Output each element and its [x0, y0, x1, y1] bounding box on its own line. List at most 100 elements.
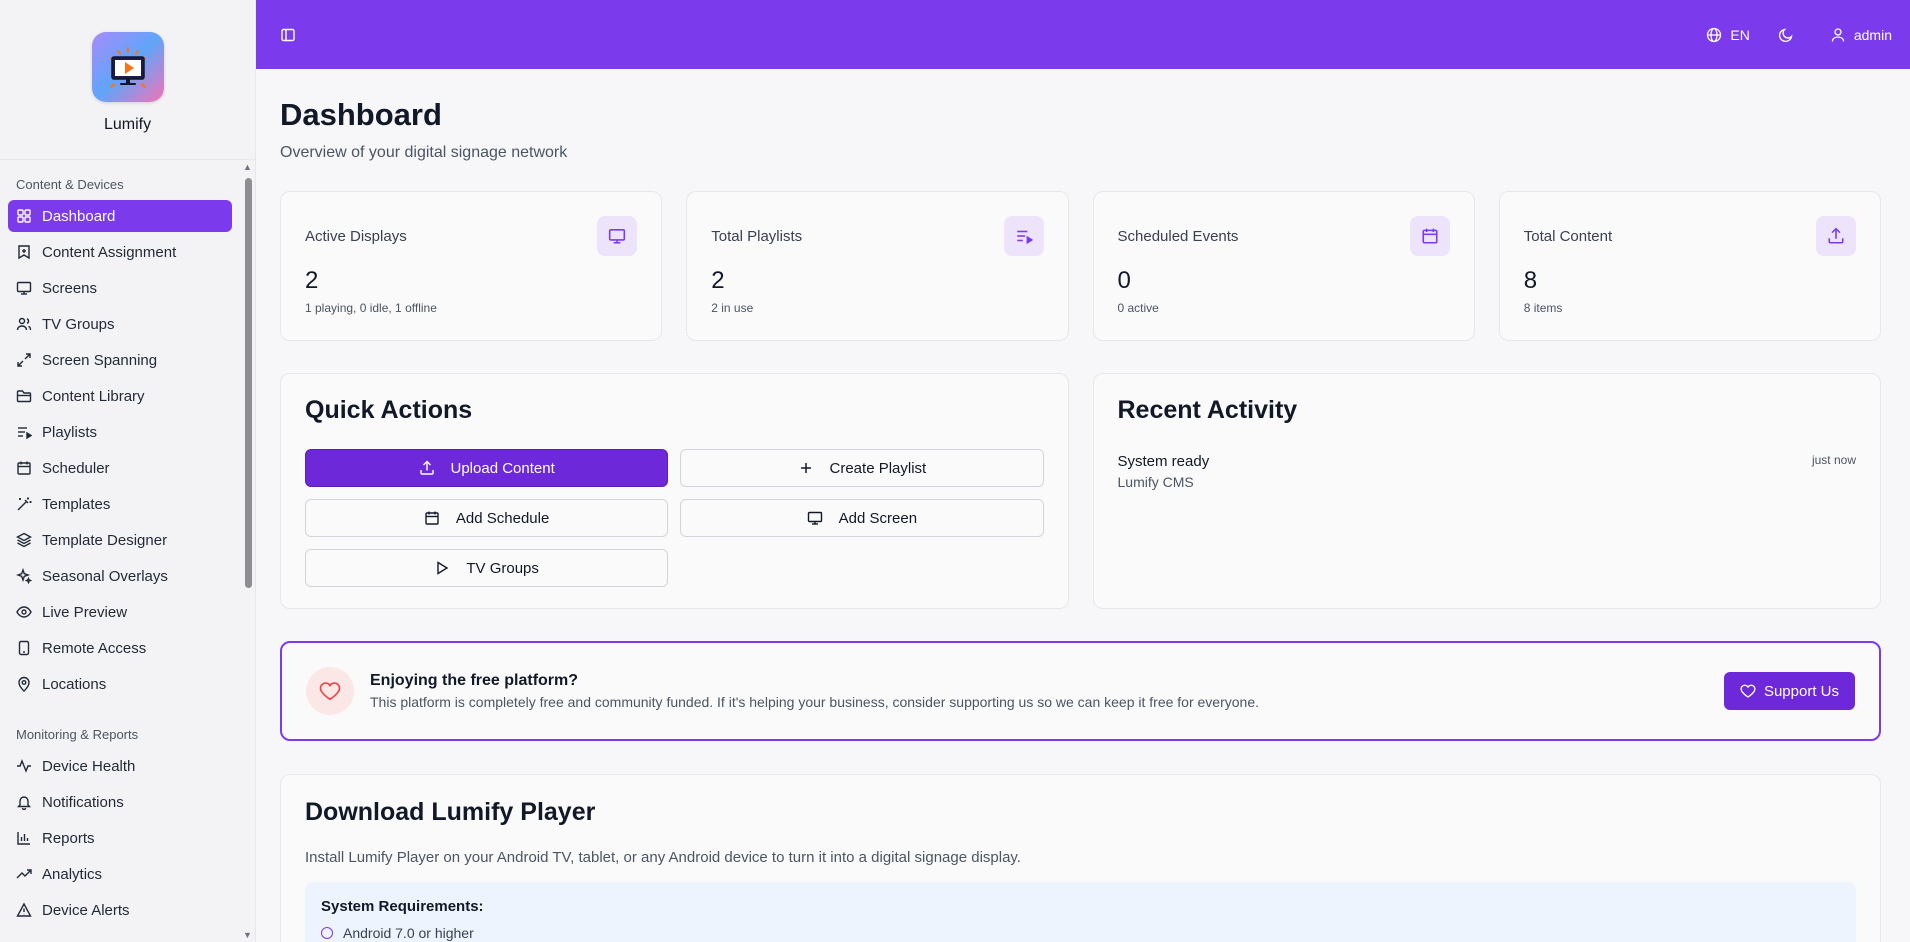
button-label: Upload Content: [450, 459, 555, 477]
sidebar-item-label: Seasonal Overlays: [42, 567, 168, 585]
sidebar-item-seasonal-overlays[interactable]: Seasonal Overlays: [8, 560, 232, 592]
actions-activity-row: Quick Actions Upload Content Create Play…: [280, 373, 1881, 609]
sidebar-item-dashboard[interactable]: Dashboard: [8, 200, 232, 232]
sidebar-scrollbar-thumb[interactable]: [245, 178, 252, 588]
page-subtitle: Overview of your digital signage network: [280, 144, 568, 161]
button-label: Add Schedule: [455, 509, 550, 527]
stat-card-active-displays: Active Displays 2 1 playing, 0 idle, 1 o…: [280, 191, 663, 341]
main-content: Dashboard Overview of your digital signa…: [256, 69, 1910, 942]
heart-icon: [1740, 684, 1756, 698]
activity-title: System ready: [1117, 453, 1210, 470]
sidebar-item-notifications[interactable]: Notifications: [8, 786, 232, 818]
sidebar-item-content-assignment[interactable]: Content Assignment: [8, 236, 232, 268]
play-icon: [437, 561, 449, 575]
sidebar-item-reports[interactable]: Reports: [8, 822, 232, 854]
button-label: Add Screen: [838, 509, 918, 527]
sidebar-toggle-icon: [281, 28, 295, 41]
stat-subtext: 0 active: [1117, 301, 1159, 315]
layers-icon: [16, 532, 32, 548]
upload-icon: [419, 460, 434, 475]
activity-icon: [17, 759, 31, 773]
user-icon: [1831, 27, 1845, 42]
eye-icon: [16, 606, 32, 618]
sidebar-item-label: TV Groups: [42, 315, 115, 333]
sidebar-item-playlists[interactable]: Playlists: [8, 416, 232, 448]
theme-toggle[interactable]: [1778, 27, 1802, 43]
language-selector[interactable]: EN: [1706, 27, 1750, 43]
button-label: Create Playlist: [829, 459, 927, 477]
activity-time: just now: [1811, 453, 1856, 467]
sidebar-item-scheduler[interactable]: Scheduler: [8, 452, 232, 484]
add-screen-button[interactable]: Add Screen: [680, 499, 1044, 537]
upload-icon: [1816, 216, 1856, 256]
add-schedule-button[interactable]: Add Schedule: [305, 499, 669, 537]
playlist-icon: [18, 427, 32, 440]
topbar: EN admin: [256, 0, 1910, 69]
sidebar-item-analytics[interactable]: Analytics: [8, 858, 232, 890]
sidebar-item-label: Content Library: [42, 387, 145, 405]
sidebar-item-label: Content Assignment: [42, 243, 177, 261]
plus-icon: [800, 463, 811, 473]
stat-subtext: 2 in use: [711, 301, 754, 315]
sidebar-item-live-preview[interactable]: Live Preview: [8, 596, 232, 628]
button-label: Support Us: [1763, 682, 1839, 700]
sidebar-item-template-designer[interactable]: Template Designer: [8, 524, 232, 556]
quick-actions-grid: Upload Content Create Playlist Add Sched…: [305, 449, 1044, 587]
app-logo[interactable]: [91, 32, 164, 102]
user-menu[interactable]: admin: [1830, 27, 1892, 43]
download-panel: Download Lumify Player Install Lumify Pl…: [280, 774, 1881, 942]
sidebar-item-screens[interactable]: Screens: [8, 272, 232, 304]
sidebar-item-remote-access[interactable]: Remote Access: [8, 632, 232, 664]
scroll-up-arrow-icon[interactable]: ▲: [243, 162, 252, 172]
upload-content-button[interactable]: Upload Content: [305, 449, 669, 487]
sidebar-item-label: Notifications: [42, 793, 124, 811]
bookmark-icon: [18, 245, 30, 260]
stat-label: Active Displays: [305, 228, 407, 245]
users-icon: [16, 317, 32, 331]
calendar-icon: [1409, 216, 1450, 256]
sidebar-item-screen-spanning[interactable]: Screen Spanning: [8, 344, 232, 376]
sidebar-item-content-library[interactable]: Content Library: [8, 380, 232, 412]
sidebar-item-label: Screens: [42, 279, 98, 297]
sidebar-item-label: Reports: [42, 829, 95, 847]
stats-row: Active Displays 2 1 playing, 0 idle, 1 o…: [280, 191, 1881, 341]
sidebar-item-label: Analytics: [42, 865, 103, 883]
trending-up-icon: [16, 869, 32, 879]
sparkles-icon: [16, 568, 32, 584]
activity-item: System ready Lumify CMS just now: [1118, 453, 1857, 490]
recent-activity-panel: Recent Activity System ready Lumify CMS …: [1092, 373, 1881, 609]
recent-activity-title: Recent Activity: [1117, 396, 1298, 424]
sidebar-toggle-button[interactable]: [278, 25, 298, 45]
sidebar-item-tv-groups[interactable]: TV Groups: [8, 308, 232, 340]
sidebar-item-device-health[interactable]: Device Health: [8, 750, 232, 782]
bell-icon: [16, 796, 32, 810]
sidebar-item-templates[interactable]: Templates: [8, 488, 232, 520]
tv-groups-button[interactable]: TV Groups: [305, 549, 669, 587]
stat-value: 0: [1117, 267, 1131, 294]
requirements-title: System Requirements:: [321, 898, 484, 915]
support-title: Enjoying the free platform?: [370, 672, 579, 689]
main-scrollbar[interactable]: [1904, 69, 1910, 942]
support-us-button[interactable]: Support Us: [1723, 672, 1855, 710]
globe-icon: [1707, 27, 1722, 42]
sidebar-item-label: Device Health: [42, 757, 136, 775]
calendar-icon: [17, 461, 31, 475]
quick-actions-title: Quick Actions: [305, 396, 473, 424]
sidebar-item-label: Remote Access: [42, 639, 147, 657]
sidebar-item-device-alerts[interactable]: Device Alerts: [8, 894, 232, 926]
page-title: Dashboard: [280, 97, 442, 132]
activity-subtitle: Lumify CMS: [1117, 474, 1194, 490]
stat-subtext: 1 playing, 0 idle, 1 offline: [305, 301, 437, 315]
brand: Lumify: [0, 0, 255, 160]
moon-icon: [1778, 27, 1793, 42]
support-banner: Enjoying the free platform? This platfor…: [280, 641, 1881, 741]
sidebar-item-locations[interactable]: Locations: [8, 668, 232, 700]
quick-actions-panel: Quick Actions Upload Content Create Play…: [280, 373, 1069, 609]
create-playlist-button[interactable]: Create Playlist: [680, 449, 1044, 487]
dashboard-icon: [17, 209, 31, 223]
scroll-down-arrow-icon[interactable]: ▼: [243, 930, 252, 940]
sidebar-item-label: Live Preview: [42, 603, 128, 621]
download-title: Download Lumify Player: [305, 798, 596, 826]
stat-label: Scheduled Events: [1117, 228, 1239, 245]
playlist-icon: [1003, 216, 1044, 256]
